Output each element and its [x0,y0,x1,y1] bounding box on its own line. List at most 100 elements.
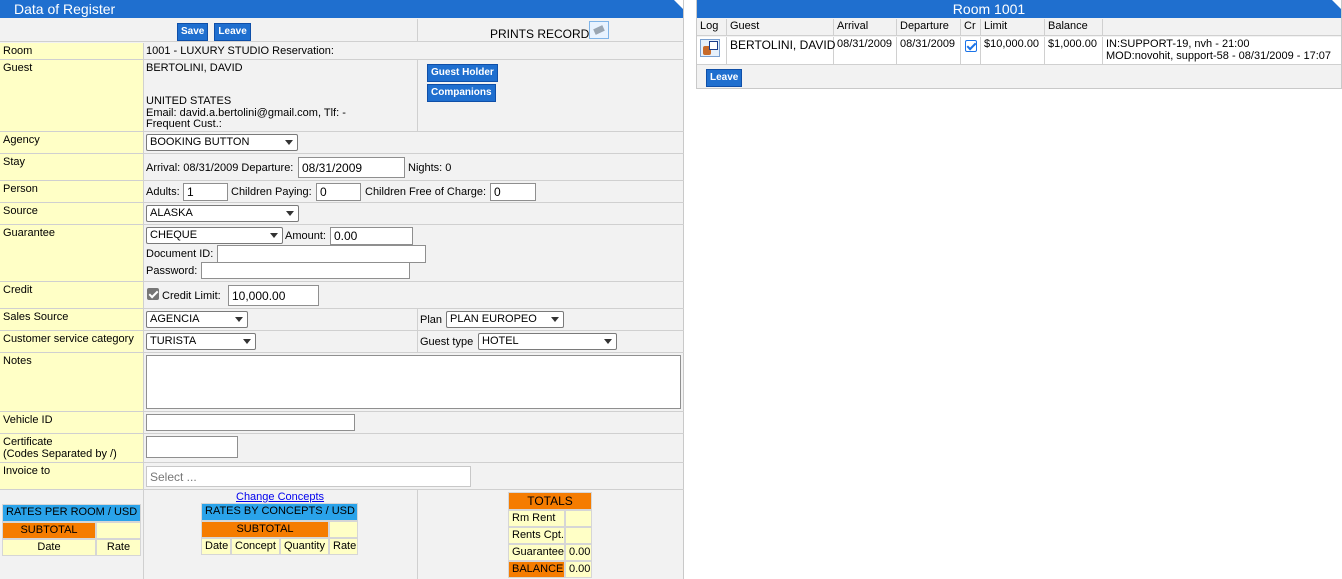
room-row: Room 1001 - LUXURY STUDIO Reservation: [0,43,684,60]
col-cr: Cr [961,19,981,36]
row-info: IN:SUPPORT-19, nvh - 21:00 MOD:novohit, … [1103,37,1341,65]
children-paying-input[interactable] [316,183,361,201]
totals-balance-value: 0.00 [565,561,592,578]
print-icon[interactable] [589,21,609,39]
rates-room-col-date: Date [2,539,96,556]
row-arrival: 08/31/2009 [834,37,897,65]
rates-concepts-subtotal-value [329,521,358,538]
col-departure: Departure [897,19,961,36]
col-guest: Guest [727,19,834,36]
prints-record-label: PRINTS RECORD: [490,27,593,41]
departure-input[interactable] [298,157,405,178]
adults-input[interactable] [183,183,228,201]
rates-concepts-col-rate: Rate [329,538,358,555]
register-panel: Data of Register Save Leave PRINTS RECOR… [0,0,684,579]
plan-select[interactable]: PLAN EUROPEO [446,311,564,328]
guarantee-select[interactable]: CHEQUE [146,227,283,244]
credit-limit-input[interactable] [228,285,319,306]
totals-rents-cpt-value [565,527,592,544]
rates-room-col-rate: Rate [96,539,141,556]
children-free-label: Children Free of Charge: [365,186,487,198]
register-toolbar: Save Leave PRINTS RECORD: [0,19,684,42]
rates-concepts-title: RATES BY CONCEPTS / USD [201,503,358,521]
notes-row: Notes [0,353,684,412]
save-button[interactable]: Save [177,23,209,41]
credit-limit-label: Credit Limit: [162,290,221,302]
stay-row: Stay Arrival: 08/31/2009 Departure: Nigh… [0,154,684,181]
guarantee-label: Guarantee [0,225,144,281]
totals-balance-label: BALANCE [508,561,565,578]
sales-source-row: Sales Source AGENCIA Plan PLAN EUROPEO [0,309,684,331]
row-guest: BERTOLINI, DAVID [727,37,835,65]
totals-title: TOTALS [508,492,592,510]
vehicle-row: Vehicle ID [0,412,684,434]
invoice-label: Invoice to [0,463,144,489]
invoice-row: Invoice to Select ... [0,463,684,490]
customer-category-select[interactable]: TURISTA [146,333,256,350]
row-balance: $1,000.00 [1045,37,1103,65]
totals-guarantee-value: 0.00 [565,544,592,561]
vehicle-input[interactable] [146,414,355,431]
credit-checkbox[interactable] [147,288,159,300]
arrival-text: Arrival: 08/31/2009 Departure: [146,162,294,174]
guarantee-row: Guarantee CHEQUE Amount: Document ID: Pa… [0,225,684,282]
rates-concepts-col-quantity: Quantity [280,538,329,555]
totals-rm-rent-label: Rm Rent [508,510,565,527]
invoice-select[interactable]: Select ... [146,466,471,487]
row-info-line2: MOD:novohit, support-58 - 08/31/2009 - 1… [1106,50,1332,62]
room-table-header: Log Guest Arrival Departure Cr Limit Bal… [697,19,1341,36]
amount-input[interactable] [330,227,413,245]
amount-label: Amount: [285,230,326,242]
room-panel: Room 1001 Log Guest Arrival Departure Cr… [696,0,1342,89]
vehicle-label: Vehicle ID [0,412,144,433]
guest-type-label: Guest type [420,336,474,348]
children-paying-label: Children Paying: [231,186,312,198]
row-cr-cell [961,37,981,65]
agency-row: Agency BOOKING BUTTON [0,132,684,154]
nights-text: Nights: 0 [408,162,452,174]
password-input[interactable] [201,262,410,279]
row-limit: $10,000.00 [981,37,1045,65]
table-row[interactable]: BERTOLINI, DAVID 08/31/2009 08/31/2009 $… [697,37,1341,65]
register-title: Data of Register [14,1,116,17]
adults-label: Adults: [146,186,180,198]
row-info-line1: IN:SUPPORT-19, nvh - 21:00 [1106,38,1250,50]
plan-label: Plan [420,314,443,326]
companions-button[interactable]: Companions [427,84,496,102]
source-label: Source [0,203,144,224]
document-input[interactable] [217,245,426,263]
col-arrival: Arrival [834,19,897,36]
leave-button[interactable]: Leave [214,23,251,41]
room-value: 1001 - LUXURY STUDIO Reservation: [146,45,334,57]
agency-select[interactable]: BOOKING BUTTON [146,134,298,151]
rates-concepts-subtotal: SUBTOTAL [201,521,329,538]
guest-type-select[interactable]: HOTEL [478,333,617,350]
password-label: Password: [146,265,198,277]
rates-concepts-col-concept: Concept [231,538,280,555]
credit-label: Credit [0,282,144,308]
guest-holder-button[interactable]: Guest Holder [427,64,498,82]
stay-label: Stay [0,154,144,180]
credit-row: Credit Credit Limit: [0,282,684,309]
person-row: Person Adults: Children Paying: Children… [0,181,684,203]
room-label: Room [0,43,144,59]
guest-row: Guest BERTOLINI, DAVID UNITED STATES Ema… [0,59,684,132]
notes-textarea[interactable] [146,355,681,409]
customer-category-row: Customer service category TURISTA Guest … [0,331,684,353]
log-icon[interactable] [700,39,720,57]
cr-checkbox[interactable] [965,40,977,52]
children-free-input[interactable] [490,183,536,201]
change-concepts-link[interactable]: Change Concepts [236,491,324,503]
log-cell [697,37,727,65]
source-select[interactable]: ALASKA [146,205,299,222]
guest-name: BERTOLINI, DAVID [146,62,243,74]
sales-source-select[interactable]: AGENCIA [146,311,248,328]
col-limit: Limit [981,19,1045,36]
guest-label: Guest [0,60,144,131]
room-title-bar: Room 1001 [697,0,1341,18]
row-departure: 08/31/2009 [897,37,961,65]
col-log: Log [697,19,727,36]
rates-room-subtotal-value [96,522,141,539]
room-leave-button[interactable]: Leave [706,69,743,87]
certificate-input[interactable] [146,436,238,458]
